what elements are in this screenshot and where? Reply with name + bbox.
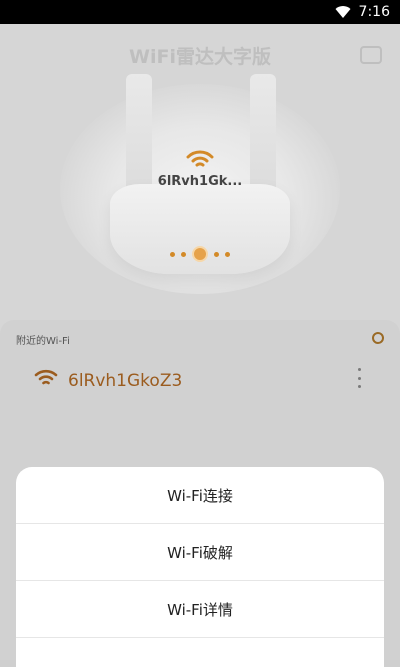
router-led bbox=[225, 251, 230, 257]
router-led bbox=[181, 251, 186, 257]
menu-item-wifi-details[interactable]: Wi-Fi详情 bbox=[16, 581, 384, 638]
menu-item-cutoff[interactable] bbox=[16, 638, 384, 667]
more-options-icon[interactable] bbox=[358, 368, 362, 388]
wifi-signal-icon bbox=[335, 5, 351, 19]
wifi-icon bbox=[34, 369, 58, 391]
connected-ssid: 6lRvh1Gk... bbox=[157, 174, 243, 189]
router-hero: 6lRvh1Gk... bbox=[0, 64, 400, 324]
router-led bbox=[214, 251, 219, 257]
nearby-wifi-title: 附近的Wi-Fi bbox=[16, 336, 70, 347]
status-time: 7:16 bbox=[358, 4, 390, 20]
action-sheet: Wi-Fi连接 Wi-Fi破解 Wi-Fi详情 bbox=[16, 467, 384, 667]
router-led bbox=[170, 251, 175, 257]
status-bar: 7:16 bbox=[0, 0, 400, 24]
menu-item-wifi-crack[interactable]: Wi-Fi破解 bbox=[16, 524, 384, 581]
list-item[interactable]: 6lRvh1GkoZ3 bbox=[0, 360, 400, 406]
router-lights bbox=[170, 246, 230, 262]
window-button-icon[interactable] bbox=[360, 46, 382, 64]
power-icon bbox=[192, 246, 208, 262]
menu-item-wifi-connect[interactable]: Wi-Fi连接 bbox=[16, 467, 384, 524]
wifi-icon bbox=[186, 150, 214, 174]
refresh-icon[interactable] bbox=[372, 332, 384, 344]
network-name: 6lRvh1GkoZ3 bbox=[68, 371, 183, 391]
